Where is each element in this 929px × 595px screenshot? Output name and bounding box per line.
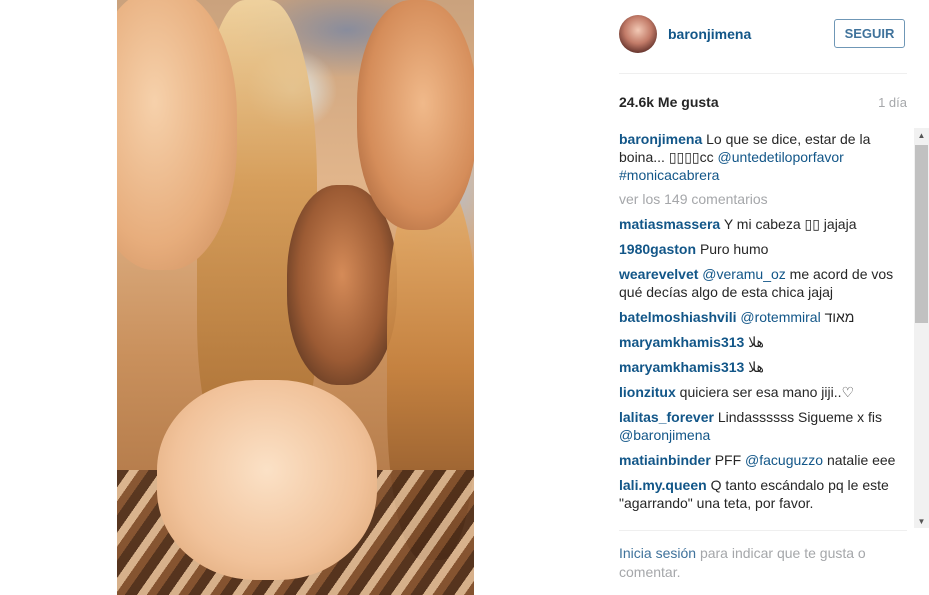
photo-hand: [157, 380, 377, 580]
comment-item: maryamkhamis313 هلا: [619, 358, 909, 376]
comment-username[interactable]: maryamkhamis313: [619, 359, 744, 375]
footer-divider: [619, 530, 907, 531]
comment-text: quiciera ser esa mano jiji..♡: [679, 384, 855, 400]
comment-item: matiasmassera Y mi cabeza ▯▯ jajaja: [619, 215, 909, 233]
login-prompt: Inicia sesión para indicar que te gusta …: [619, 544, 889, 582]
scroll-up-arrow-icon[interactable]: ▲: [914, 128, 929, 142]
comment-username[interactable]: matiainbinder: [619, 452, 711, 468]
comment-text: هلا: [748, 359, 764, 375]
comment-item: 1980gaston Puro humo: [619, 240, 909, 258]
post-photo: [117, 0, 474, 595]
author-username[interactable]: baronjimena: [668, 26, 751, 42]
caption-hashtag[interactable]: #monicacabrera: [619, 167, 719, 183]
comment-username[interactable]: lali.my.queen: [619, 477, 707, 493]
comment-username[interactable]: batelmoshiashvili: [619, 309, 736, 325]
comment-username[interactable]: 1980gaston: [619, 241, 696, 257]
comment-text: Puro humo: [699, 241, 769, 257]
login-link[interactable]: Inicia sesión: [619, 545, 696, 561]
post-header: baronjimena SEGUIR: [600, 0, 929, 70]
view-all-comments-link[interactable]: ver los 149 comentarios: [619, 190, 909, 208]
comment-item: maryamkhamis313 هلا: [619, 333, 909, 351]
caption-username[interactable]: baronjimena: [619, 131, 702, 147]
comment-item: batelmoshiashvili @rotemmiral מאוד: [619, 308, 909, 326]
comment-item: matiainbinder PFF @facuguzzo natalie eee: [619, 451, 909, 469]
comment-text: Lindassssss Sigueme x fis: [717, 409, 883, 425]
scroll-thumb[interactable]: [915, 145, 928, 323]
scroll-down-arrow-icon[interactable]: ▼: [914, 514, 929, 528]
comment-item: lali.my.queen Q tanto escándalo pq le es…: [619, 476, 909, 512]
comment-item: wearevelvet @veramu_oz me acord de vos q…: [619, 265, 909, 301]
likes-count[interactable]: 24.6k Me gusta: [619, 94, 719, 110]
comment-text: PFF: [714, 452, 742, 468]
comment-mention[interactable]: @facuguzzo: [745, 452, 823, 468]
photo-face-left: [117, 0, 237, 270]
author-avatar[interactable]: [619, 15, 657, 53]
comments-scrollbar[interactable]: ▲ ▼: [914, 128, 929, 528]
photo-face-right: [357, 0, 474, 230]
post-caption: baronjimena Lo que se dice, estar de la …: [619, 130, 909, 184]
comment-username[interactable]: wearevelvet: [619, 266, 698, 282]
comment-text-after: natalie eee: [826, 452, 896, 468]
header-divider: [619, 73, 907, 74]
post-side-panel: baronjimena SEGUIR 24.6k Me gusta 1 día …: [600, 0, 929, 595]
comment-username[interactable]: matiasmassera: [619, 216, 720, 232]
comment-item: lionzitux quiciera ser esa mano jiji..♡: [619, 383, 909, 401]
comment-mention[interactable]: @rotemmiral: [740, 309, 820, 325]
comment-username[interactable]: lionzitux: [619, 384, 676, 400]
comment-mention[interactable]: @baronjimena: [619, 427, 710, 443]
follow-button[interactable]: SEGUIR: [834, 19, 905, 48]
photo-face-middle: [287, 185, 397, 385]
comment-text: Y mi cabeza ▯▯ jajaja: [723, 216, 857, 232]
caption-mention[interactable]: @untedetiloporfavor: [718, 149, 844, 165]
comments-list[interactable]: baronjimena Lo que se dice, estar de la …: [619, 130, 909, 528]
comment-item: lalitas_forever Lindassssss Sigueme x fi…: [619, 408, 909, 444]
comments-container: matiasmassera Y mi cabeza ▯▯ jajaja 1980…: [619, 215, 909, 512]
comment-mention[interactable]: @veramu_oz: [702, 266, 785, 282]
comment-text-after: מאוד: [824, 309, 855, 325]
post-time[interactable]: 1 día: [878, 95, 907, 110]
comment-text: هلا: [748, 334, 764, 350]
comment-username[interactable]: maryamkhamis313: [619, 334, 744, 350]
comment-username[interactable]: lalitas_forever: [619, 409, 714, 425]
